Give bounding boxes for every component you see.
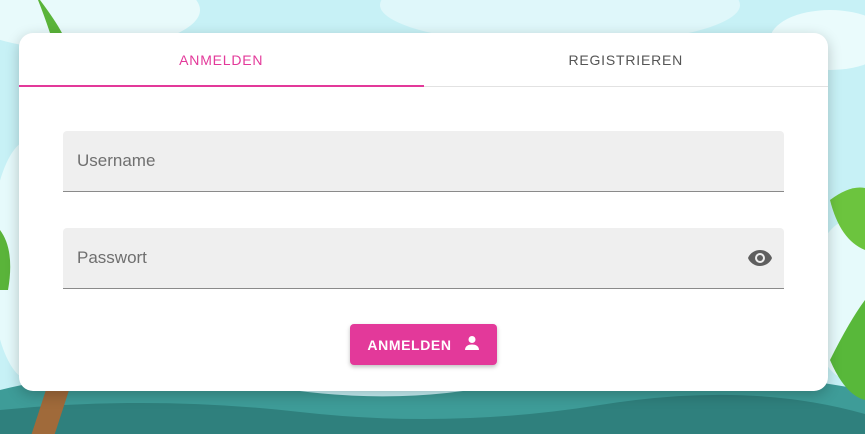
login-submit-button[interactable]: ANMELDEN — [350, 324, 497, 365]
login-submit-label: ANMELDEN — [367, 336, 452, 353]
login-card: ANMELDEN REGISTRIEREN ANMELDEN — [19, 33, 828, 391]
password-input[interactable] — [77, 248, 746, 268]
tab-register[interactable]: REGISTRIEREN — [424, 33, 829, 86]
password-field — [63, 228, 784, 289]
auth-tabs: ANMELDEN REGISTRIEREN — [19, 33, 828, 87]
username-field — [63, 131, 784, 192]
username-input[interactable] — [77, 151, 774, 171]
person-icon — [464, 335, 480, 354]
eye-icon[interactable] — [746, 244, 774, 272]
tab-login[interactable]: ANMELDEN — [19, 33, 424, 87]
